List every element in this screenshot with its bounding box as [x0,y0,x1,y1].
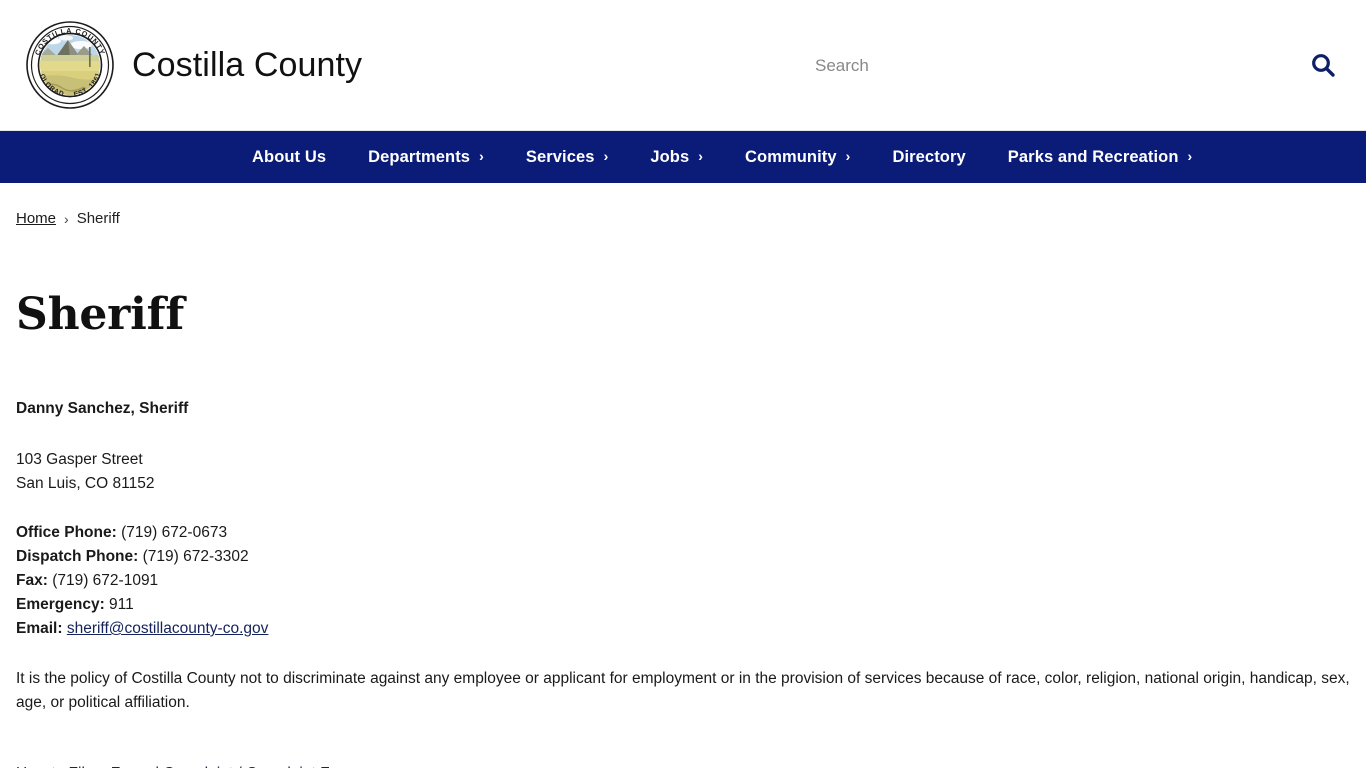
chevron-right-icon: › [603,148,609,164]
nav-item-community[interactable]: Community › [745,148,850,167]
contact-value: (719) 672-1091 [52,572,159,589]
nondiscrimination-policy-text: It is the policy of Costilla County not … [16,670,1350,711]
search-icon [1309,51,1337,82]
complaint-form-label: How to File a Formal Complaint / Complai… [16,762,356,768]
site-logo-link[interactable]: COSTILLA COUNTY COLORADO EST. 1861 Costi… [23,16,363,109]
nav-item-services[interactable]: Services › [526,148,608,167]
chevron-right-icon: › [479,148,484,164]
department-details: Danny Sanchez, Sheriff 103 Gasper Street… [16,397,1350,768]
contact-email: Email: sheriff@costillacounty-co.gov [16,617,1350,641]
county-seal-icon: COSTILLA COUNTY COLORADO EST. 1861 [23,16,114,109]
address-city-state-zip: San Luis, CO 81152 [16,475,155,492]
complaint-form-row: How to File a Formal Complaint / Complai… [16,762,1350,768]
contact-label: Fax: [16,572,48,589]
breadcrumb-link-home[interactable]: Home [16,210,56,227]
nav-item-departments[interactable]: Departments › [368,148,484,167]
contact-office-phone: Office Phone: (719) 672-0673 [16,521,1350,545]
breadcrumb-separator-icon: › [64,210,69,227]
contact-emergency: Emergency: 911 [16,593,1350,617]
nav-label: Community [745,147,837,166]
officer-name: Danny Sanchez, Sheriff [16,400,189,417]
search-area [660,0,1366,131]
chevron-right-icon: › [1187,148,1193,164]
site-header: COSTILLA COUNTY COLORADO EST. 1861 Costi… [0,0,1366,131]
chevron-right-icon: › [698,148,704,164]
chevron-right-icon: › [845,148,851,164]
contact-list: Office Phone: (719) 672-0673 Dispatch Ph… [16,521,1350,641]
nav-label: Jobs [650,147,690,166]
main-content: Home › Sheriff Sheriff Danny Sanchez, Sh… [0,183,1366,768]
email-link[interactable]: sheriff@costillacounty-co.gov [67,620,269,637]
breadcrumb-current: Sheriff [76,210,120,227]
nav-label: Departments [368,147,471,166]
contact-label: Email: [16,620,63,637]
address-block: 103 Gasper Street San Luis, CO 81152 [16,448,1350,496]
contact-value: (719) 672-3302 [142,548,249,565]
contact-label: Dispatch Phone: [16,548,139,565]
nav-label: About Us [252,147,327,166]
nav-item-jobs[interactable]: Jobs › [650,148,703,167]
contact-fax: Fax: (719) 672-1091 [16,569,1350,593]
search-input[interactable] [815,49,1275,82]
nav-label: Parks and Recreation [1007,147,1179,166]
address-street: 103 Gasper Street [16,451,143,468]
nav-item-parks-and-recreation[interactable]: Parks and Recreation › [1008,148,1193,167]
breadcrumb: Home › Sheriff [16,183,1350,227]
complaint-form-link[interactable]: How to File a Formal Complaint / Complai… [16,762,378,768]
nav-label: Directory [892,147,966,166]
search-button[interactable] [1304,47,1342,85]
contact-label: Emergency: [16,596,105,613]
nav-item-about-us[interactable]: About Us [252,148,326,167]
page-title: Sheriff [16,289,185,340]
contact-dispatch-phone: Dispatch Phone: (719) 672-3302 [16,545,1350,569]
nav-item-directory[interactable]: Directory [892,148,965,167]
contact-label: Office Phone: [16,524,117,541]
contact-value: (719) 672-0673 [121,524,228,541]
contact-value: 911 [109,596,134,613]
nav-label: Services [525,147,595,166]
main-navigation: About Us Departments › Services › Jobs ›… [0,131,1366,183]
site-title: Costilla County [132,45,363,84]
